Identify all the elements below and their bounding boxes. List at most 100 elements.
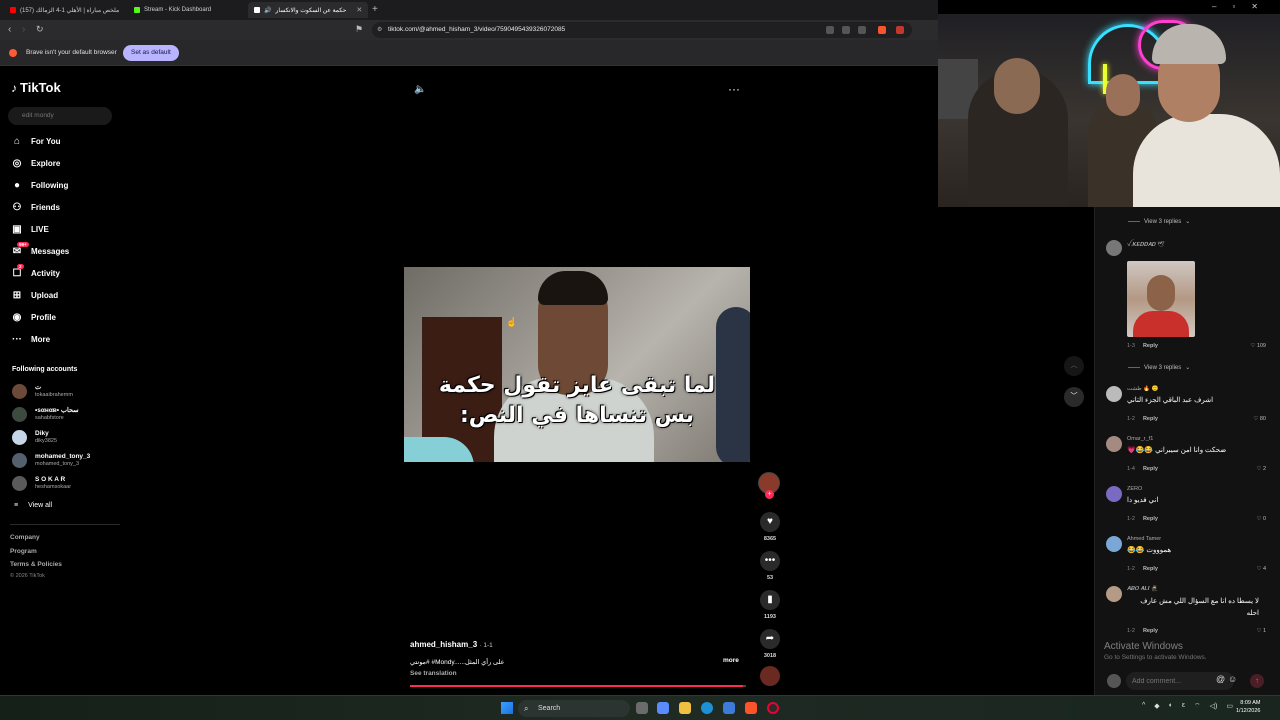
browser-tab-active[interactable]: 🔊 حكمة عن السكوت والانكسار ✕ <box>248 2 368 18</box>
volume-icon[interactable]: ◁) <box>1210 702 1218 711</box>
task-view-icon[interactable] <box>636 702 648 714</box>
comment-image[interactable] <box>1127 261 1195 337</box>
avatar[interactable] <box>1106 586 1122 602</box>
close-tab-icon[interactable]: ✕ <box>356 6 362 14</box>
comment-username[interactable]: Ahmed Tamer <box>1127 536 1161 542</box>
brave-rewards-icon[interactable] <box>896 26 904 34</box>
sidebar-item-explore[interactable]: ◎ Explore <box>11 155 61 171</box>
footer-link-program[interactable]: Program <box>10 548 37 555</box>
bookmark-icon[interactable]: ⚑ <box>355 24 363 35</box>
emoji-icon[interactable]: ☺ <box>1228 674 1237 684</box>
minimize-icon[interactable]: – <box>1212 2 1216 11</box>
save-button[interactable]: ▮ 1193 <box>759 590 781 620</box>
new-tab-button[interactable]: + <box>372 4 378 15</box>
sidebar-item-following[interactable]: ● Following <box>11 177 68 193</box>
forward-icon[interactable]: › <box>22 24 25 35</box>
more-options-icon[interactable]: ··· <box>728 82 740 96</box>
brave-icon[interactable] <box>745 702 757 714</box>
search-input[interactable] <box>8 107 112 125</box>
previous-video-button[interactable]: ︿ <box>1064 356 1084 376</box>
view-replies-button[interactable]: View 3 replies ⌄ <box>1128 364 1190 371</box>
view-all-link[interactable]: ≡ View all <box>14 502 52 509</box>
author-handle[interactable]: ahmed_hisham_3 <box>410 640 477 649</box>
extension-icon[interactable] <box>842 26 850 34</box>
following-account[interactable]: Diky diky3825 <box>12 427 57 447</box>
comment-like-button[interactable]: ♡ 1 <box>1234 628 1266 634</box>
close-window-icon[interactable]: ✕ <box>1251 2 1258 11</box>
following-account[interactable]: ت tokaaibrahemm <box>12 381 73 401</box>
reply-button[interactable]: Reply <box>1143 566 1158 572</box>
taskbar-clock[interactable]: 8:09 AM 1/12/2026 <box>1236 699 1260 715</box>
file-explorer-icon[interactable] <box>679 702 691 714</box>
footer-link-terms[interactable]: Terms & Policies <box>10 561 62 568</box>
like-button[interactable]: ♥ 8365 <box>759 512 781 542</box>
brave-shields-icon[interactable] <box>878 26 886 34</box>
tiktok-logo[interactable]: ♪ TikTok <box>11 80 61 95</box>
set-default-button[interactable]: Set as default <box>123 45 179 61</box>
follow-plus-icon[interactable]: + <box>765 490 774 499</box>
sidebar-item-activity[interactable]: ☐ 2 Activity <box>11 263 60 281</box>
reload-icon[interactable]: ↻ <box>36 24 44 35</box>
share-icon[interactable] <box>858 26 866 34</box>
sidebar-item-friends[interactable]: ⚇ Friends <box>11 199 60 215</box>
sidebar-item-profile[interactable]: ◉ Profile <box>11 309 56 325</box>
view-replies-button[interactable]: View 3 replies ⌄ <box>1128 218 1190 225</box>
share-button[interactable]: ➦ 3018 <box>759 629 781 659</box>
browser-tab[interactable]: (157) ملخص مباراة | الأهلي 1-4 الزمالك <box>4 2 124 18</box>
comment-username[interactable]: Omar_r_f1 <box>1127 436 1153 442</box>
comment-button[interactable]: ••• 53 <box>759 551 781 581</box>
sidebar-item-upload[interactable]: ⊞ Upload <box>11 287 58 303</box>
following-account[interactable]: mohamed_tony_3 mohamed_tony_3 <box>12 450 90 470</box>
windows-start-icon[interactable] <box>501 702 513 714</box>
comment-username[interactable]: طشت 🔥 🙂 <box>1127 386 1158 392</box>
following-account[interactable]: S O K A Rheshamsokaar <box>12 473 71 493</box>
next-video-button[interactable]: ﹀ <box>1064 387 1084 407</box>
keyboard-icon[interactable]: ε <box>1182 702 1185 711</box>
post-author[interactable]: ahmed_hisham_3 · 1-1 <box>410 640 493 649</box>
sidebar-item-more[interactable]: ··· More <box>11 331 50 347</box>
comment-username[interactable]: ZERO <box>1127 486 1142 492</box>
footer-link-company[interactable]: Company <box>10 534 40 541</box>
sidebar-item-live[interactable]: ▣ LIVE <box>11 221 49 237</box>
music-disc-avatar[interactable] <box>760 666 780 686</box>
avatar[interactable] <box>1106 436 1122 452</box>
tray-app-icon[interactable]: ◐ <box>1169 702 1173 711</box>
taskbar-search[interactable]: ⌕ Search <box>518 700 630 717</box>
reply-button[interactable]: Reply <box>1143 343 1158 349</box>
video-player[interactable]: لما تبقى عايز تقول حكمة بس تنساها في الن… <box>404 267 750 462</box>
comment-username[interactable]: ꪜ.𝑲𝑬𝑫𝑫𝑨𝑫 🕊 <box>1127 240 1164 251</box>
avatar[interactable] <box>1106 386 1122 402</box>
site-info-icon[interactable]: ⚙ <box>377 22 382 38</box>
browser-tab[interactable]: Stream - Kick Dashboard <box>128 2 244 18</box>
reply-button[interactable]: Reply <box>1143 466 1158 472</box>
send-icon[interactable]: ↑ <box>1250 674 1264 688</box>
sidebar-item-for-you[interactable]: ⌂ For You <box>11 133 61 149</box>
avatar[interactable] <box>1106 240 1122 256</box>
reply-button[interactable]: Reply <box>1143 628 1158 634</box>
reply-button[interactable]: Reply <box>1143 416 1158 422</box>
wifi-icon[interactable]: ⌔ <box>1194 702 1201 711</box>
chevron-up-icon[interactable]: ^ <box>1142 702 1145 711</box>
see-translation-link[interactable]: See translation <box>410 670 457 677</box>
following-account[interactable]: •ѕαнαв• سحاب sahabfstore <box>12 404 79 424</box>
store-icon[interactable] <box>723 702 735 714</box>
comment-like-button[interactable]: ♡ 4 <box>1234 566 1266 572</box>
comment-like-button[interactable]: ♡ 109 <box>1234 343 1266 349</box>
maximize-icon[interactable]: ▫ <box>1232 2 1235 11</box>
edge-icon[interactable] <box>701 702 713 714</box>
app-icon[interactable] <box>767 702 779 714</box>
tray-app-icon[interactable]: ◆ <box>1154 702 1159 711</box>
comment-like-button[interactable]: ♡ 0 <box>1234 516 1266 522</box>
comment-username[interactable]: 𝑨𝑩𝑶 𝑨𝑳𝑰 🥷 <box>1127 586 1158 593</box>
back-icon[interactable]: ‹ <box>8 24 11 35</box>
reply-button[interactable]: Reply <box>1143 516 1158 522</box>
extension-icon[interactable] <box>826 26 834 34</box>
sidebar-item-messages[interactable]: ✉ 99+ Messages <box>11 241 69 259</box>
comment-like-button[interactable]: ♡ 80 <box>1234 416 1266 422</box>
avatar[interactable] <box>1106 486 1122 502</box>
copilot-icon[interactable] <box>657 702 669 714</box>
mention-icon[interactable]: @ <box>1216 674 1225 684</box>
battery-icon[interactable]: ▭ <box>1226 702 1233 711</box>
volume-icon[interactable]: 🔈 <box>414 84 426 95</box>
avatar[interactable] <box>1106 536 1122 552</box>
